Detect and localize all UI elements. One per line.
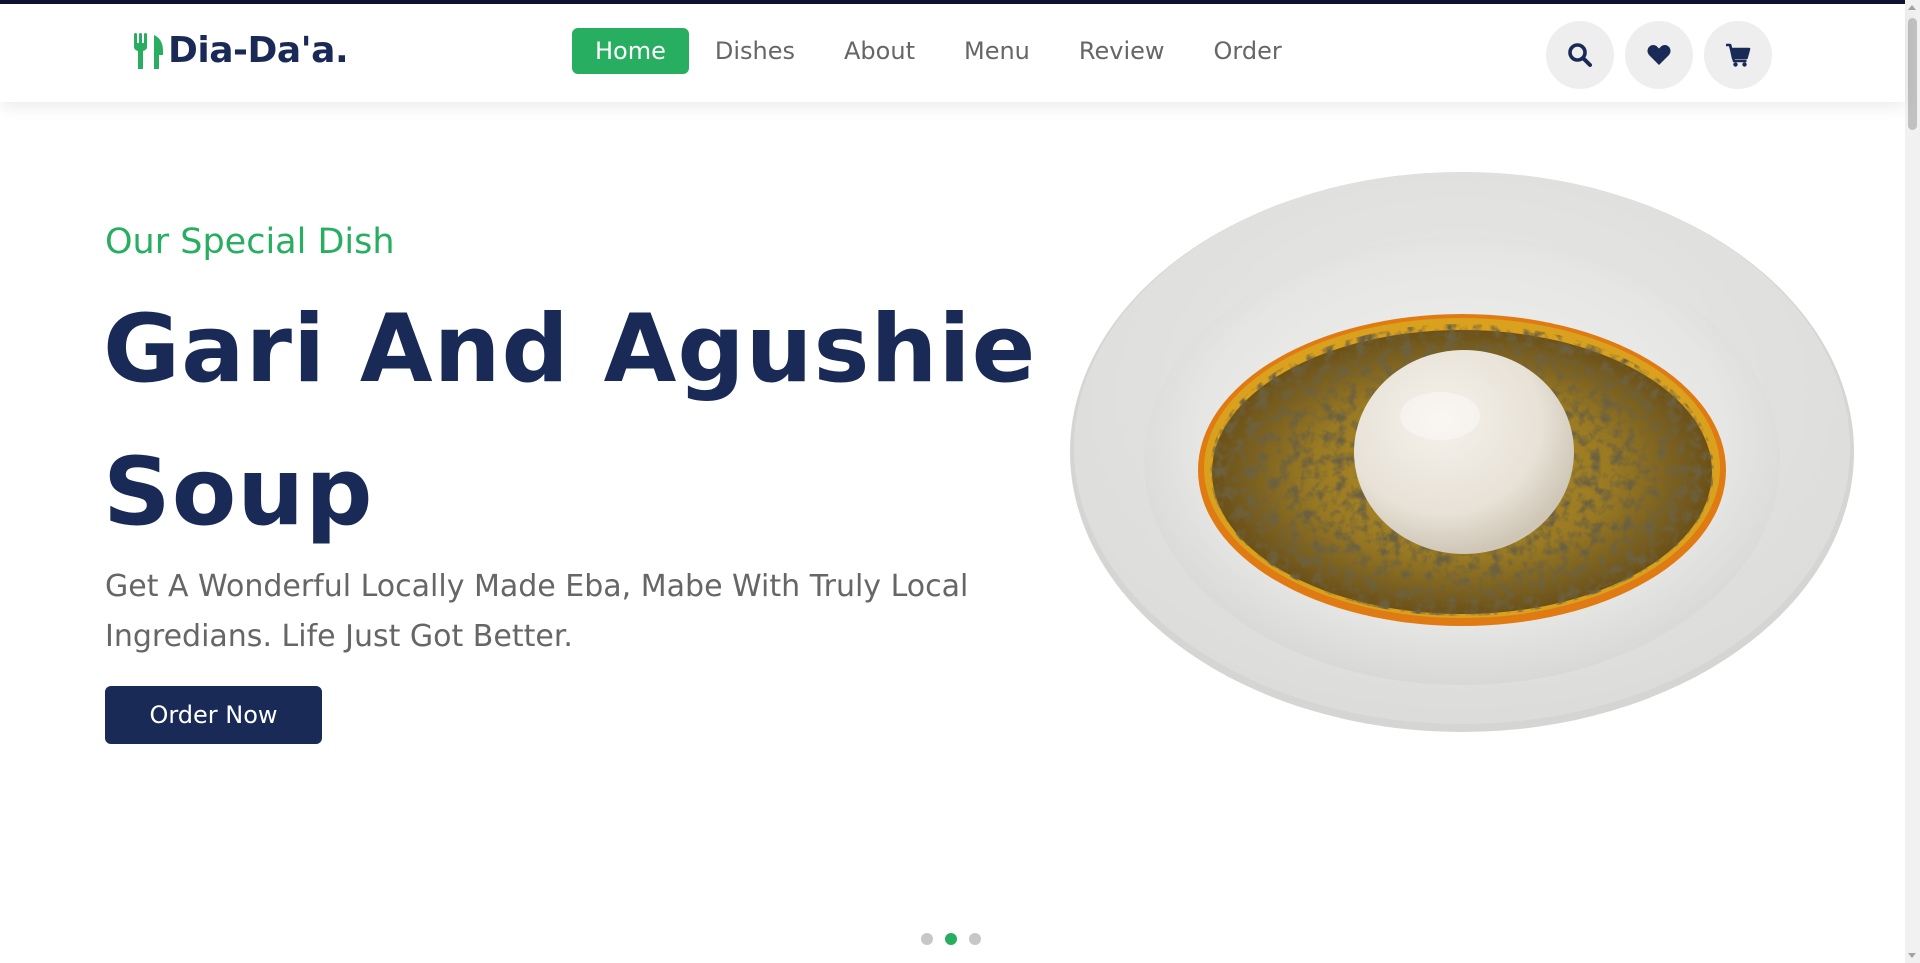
nav-review[interactable]: Review: [1056, 28, 1188, 74]
logo[interactable]: Dia-Da'a.: [132, 30, 349, 71]
cart-icon: [1726, 43, 1751, 67]
nav-order[interactable]: Order: [1191, 28, 1305, 74]
dish-image: [1070, 172, 1854, 732]
search-button[interactable]: [1546, 21, 1614, 89]
nav-dishes[interactable]: Dishes: [692, 28, 818, 74]
logo-text: Dia-Da'a.: [168, 30, 349, 71]
utensils-icon: [134, 32, 163, 69]
heart-icon: [1647, 45, 1671, 65]
order-now-button[interactable]: Order Now: [105, 686, 322, 744]
page-scrollbar[interactable]: [1905, 0, 1920, 963]
cart-button[interactable]: [1704, 21, 1772, 89]
favorites-button[interactable]: [1625, 21, 1693, 89]
site-header: Dia-Da'a. Home Dishes About Menu Review …: [0, 4, 1905, 102]
slider-dot-1[interactable]: [921, 933, 933, 945]
main-nav: Home Dishes About Menu Review Order: [572, 28, 1308, 74]
scroll-thumb[interactable]: [1908, 18, 1917, 130]
hero-subtitle: Our Special Dish: [105, 222, 395, 262]
nav-menu[interactable]: Menu: [941, 28, 1053, 74]
nav-home[interactable]: Home: [572, 28, 689, 74]
search-icon: [1568, 43, 1592, 67]
scroll-down-arrow[interactable]: [1908, 953, 1916, 958]
slider-dot-2[interactable]: [945, 933, 957, 945]
hero-description: Get A Wonderful Locally Made Eba, Mabe W…: [105, 569, 969, 654]
nav-about[interactable]: About: [821, 28, 938, 74]
hero-title: Gari And Agushie Soup: [103, 295, 1037, 547]
slider-dot-3[interactable]: [969, 933, 981, 945]
scroll-up-arrow[interactable]: [1908, 5, 1916, 10]
slider-dots: [921, 933, 993, 945]
